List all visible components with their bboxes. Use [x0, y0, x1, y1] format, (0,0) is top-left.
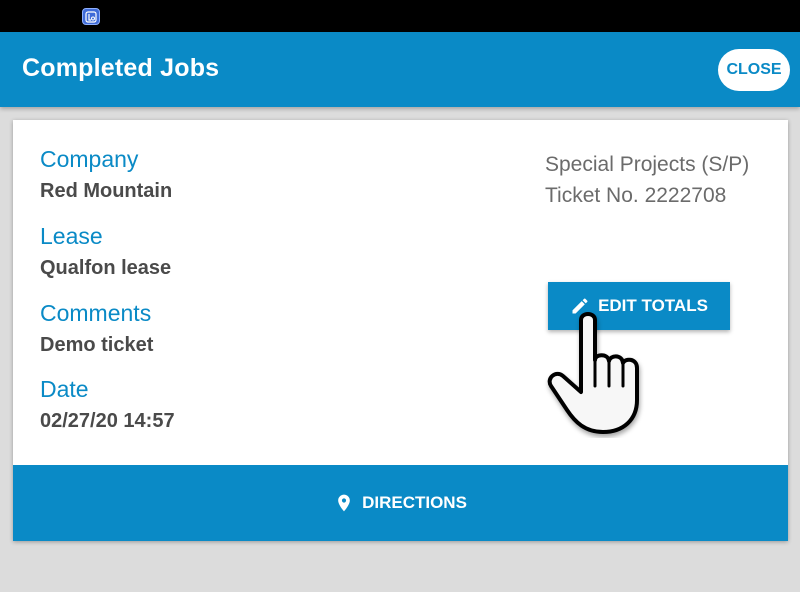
date-label: Date [40, 376, 89, 402]
launcher-app-icon [82, 8, 100, 25]
map-pin-icon [338, 494, 350, 512]
edit-totals-button[interactable]: EDIT TOTALS [548, 282, 730, 330]
company-label: Company [40, 146, 139, 172]
pencil-icon [572, 298, 588, 314]
lease-label: Lease [40, 223, 103, 249]
ticket-number: Ticket No. 2222708 [545, 184, 727, 207]
job-category: Special Projects (S/P) [545, 153, 750, 176]
edit-totals-label: EDIT TOTALS [598, 296, 708, 315]
job-detail-card: Company Red Mountain Lease Qualfon lease… [13, 120, 788, 541]
app-bar: Completed Jobs CLOSE [0, 32, 800, 107]
company-value: Red Mountain [40, 180, 173, 202]
lease-value: Qualfon lease [40, 257, 172, 279]
close-button[interactable]: CLOSE [718, 49, 790, 91]
comments-value: Demo ticket [40, 334, 154, 356]
directions-label: DIRECTIONS [362, 493, 467, 512]
directions-button[interactable]: DIRECTIONS [13, 465, 788, 541]
comments-label: Comments [40, 300, 152, 326]
date-value: 02/27/20 14:57 [40, 410, 175, 432]
status-bar [0, 0, 800, 32]
page-title: Completed Jobs [22, 54, 220, 82]
